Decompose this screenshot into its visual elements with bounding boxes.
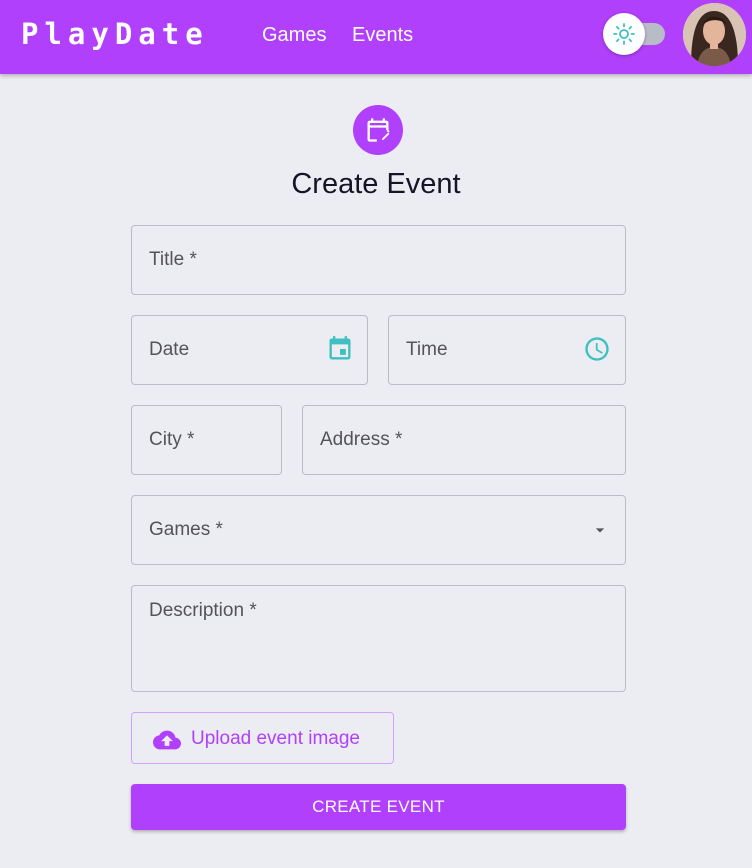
nav-events[interactable]: Events: [352, 24, 413, 47]
description-label: Description *: [149, 600, 257, 621]
description-field[interactable]: Description *: [131, 585, 626, 692]
city-label: City *: [149, 429, 195, 450]
user-avatar[interactable]: [683, 3, 746, 66]
title-label: Title *: [149, 249, 197, 270]
theme-toggle[interactable]: [603, 13, 645, 55]
calendar-icon[interactable]: [326, 335, 354, 363]
sun-icon: [613, 23, 635, 45]
time-label: Time: [406, 339, 448, 360]
brand-logo[interactable]: PlayDate: [21, 17, 209, 51]
page-title: Create Event: [291, 168, 461, 200]
dropdown-arrow-icon[interactable]: [590, 520, 610, 540]
upload-image-button[interactable]: Upload event image: [131, 712, 394, 764]
games-select[interactable]: Games *: [131, 495, 626, 565]
clock-icon[interactable]: [583, 335, 611, 363]
cloud-upload-icon: [153, 730, 181, 750]
upload-label: Upload event image: [191, 728, 360, 749]
calendar-edit-icon: [353, 105, 403, 155]
address-label: Address *: [320, 429, 403, 450]
date-field[interactable]: Date: [131, 315, 368, 385]
title-field[interactable]: Title *: [131, 225, 626, 295]
time-field[interactable]: Time: [388, 315, 626, 385]
nav-games[interactable]: Games: [262, 24, 326, 47]
create-event-button[interactable]: CREATE EVENT: [131, 784, 626, 830]
games-label: Games *: [149, 519, 223, 540]
address-field[interactable]: Address *: [302, 405, 626, 475]
date-label: Date: [149, 339, 190, 360]
app-bar: PlayDate Games Events: [0, 0, 752, 74]
city-field[interactable]: City *: [131, 405, 282, 475]
